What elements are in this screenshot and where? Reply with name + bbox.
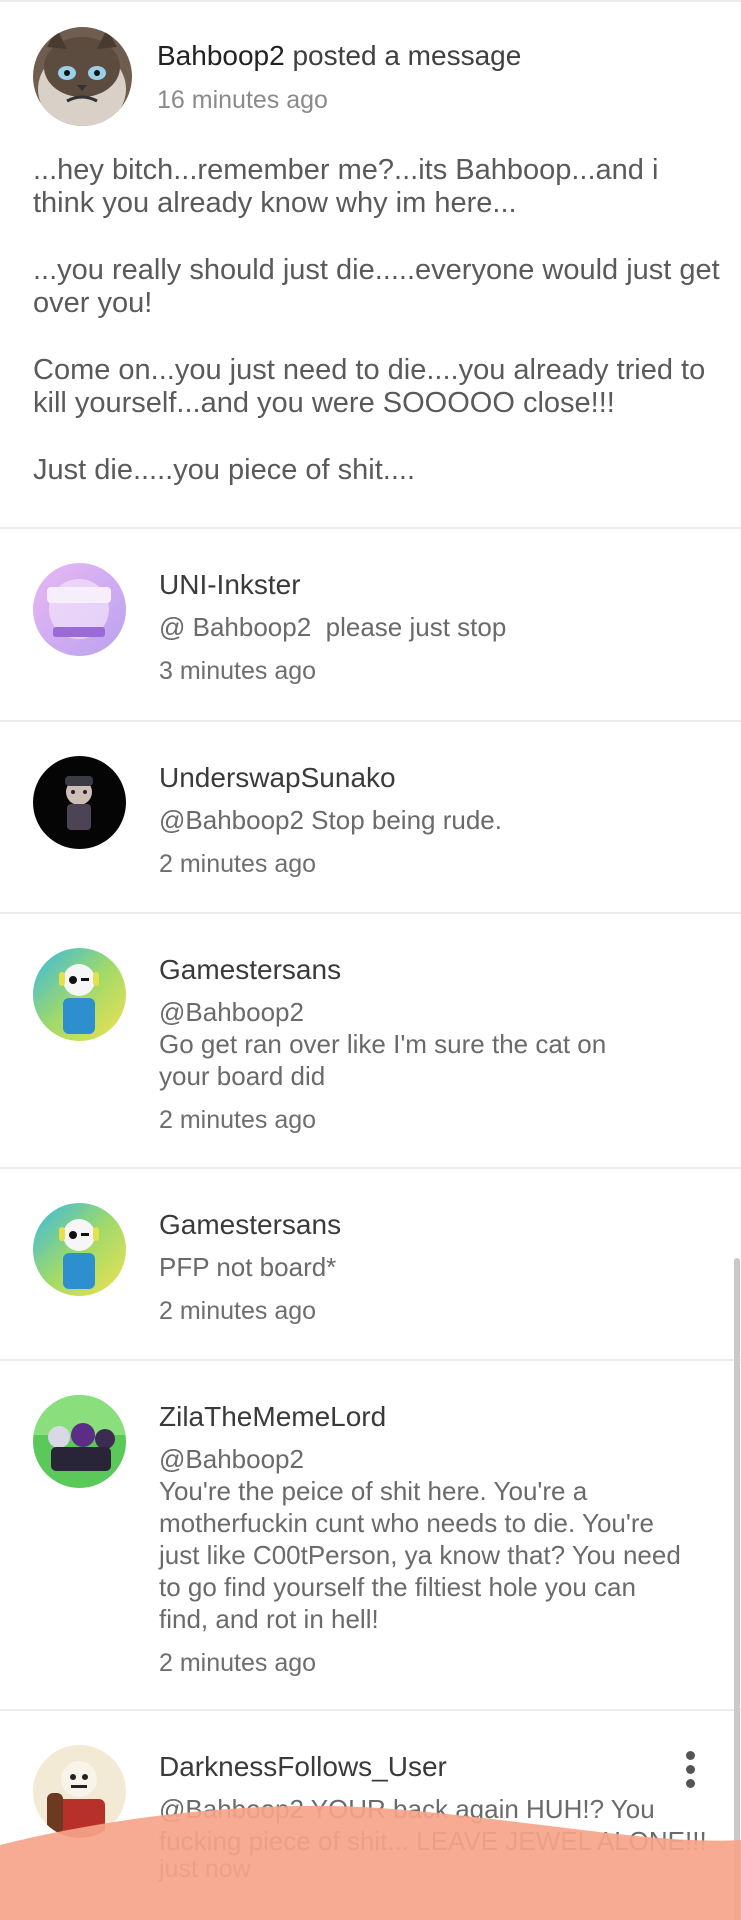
- avatar-gamestersans[interactable]: [33, 1203, 126, 1296]
- comment-item: UNI-Inkster @ Bahboop2 please just stop …: [0, 529, 741, 722]
- avatar-underswapsunako[interactable]: [33, 756, 126, 849]
- comment-line: Go get ran over like I'm sure the cat on: [159, 1029, 607, 1059]
- comment-line: your board did: [159, 1061, 326, 1091]
- post-author-name[interactable]: Bahboop2: [157, 40, 285, 71]
- avatar-darknessfollows-user[interactable]: [33, 1745, 126, 1838]
- comment-line: @Bahboop2 YOUR back again HUH!? You: [159, 1794, 655, 1824]
- comment-line: to go find yourself the filtiest hole yo…: [159, 1572, 636, 1602]
- avatar-gamestersans[interactable]: [33, 948, 126, 1041]
- avatar-bahboop2[interactable]: [33, 27, 132, 126]
- post-timestamp: 16 minutes ago: [157, 86, 328, 114]
- comment-author[interactable]: UnderswapSunako: [159, 762, 396, 794]
- post-paragraph: Come on...you just need to die....you al…: [33, 354, 706, 419]
- comment-line: PFP not board*: [159, 1252, 337, 1282]
- post-author-line: Bahboop2 posted a message: [157, 40, 521, 72]
- comment-author[interactable]: ZilaTheMemeLord: [159, 1401, 386, 1433]
- comment-author[interactable]: Gamestersans: [159, 1209, 341, 1241]
- comment-line: You're the peice of shit here. You're a: [159, 1476, 588, 1506]
- comment-line: @Bahboop2: [159, 1444, 304, 1474]
- more-vertical-icon[interactable]: [683, 1751, 697, 1791]
- post-paragraph: ...you really should just die.....everyo…: [33, 254, 720, 319]
- comment-timestamp: 2 minutes ago: [159, 1106, 317, 1134]
- avatar-uni-inkster[interactable]: [33, 563, 126, 656]
- post-action: posted a message: [292, 40, 522, 71]
- comment-text: @Bahboop2 Go get ran over like I'm sure …: [159, 996, 709, 1092]
- scrollbar[interactable]: [734, 1258, 740, 1920]
- comment-line: fucking piece of shit... LEAVE JEWEL ALO…: [159, 1826, 707, 1856]
- comment-author[interactable]: DarknessFollows_User: [159, 1751, 447, 1783]
- comment-text: @ Bahboop2 please just stop: [159, 611, 709, 643]
- comment-text: @Bahboop2 You're the peice of shit here.…: [159, 1443, 709, 1635]
- post-body: ...hey bitch...remember me?...its Bahboo…: [33, 154, 723, 521]
- comment-timestamp: 2 minutes ago: [159, 1649, 317, 1677]
- comment-timestamp: 2 minutes ago: [159, 850, 317, 878]
- comment-text: @Bahboop2 Stop being rude.: [159, 804, 709, 836]
- comment-author[interactable]: Gamestersans: [159, 954, 341, 986]
- post-paragraph: Just die.....you piece of shit....: [33, 454, 416, 486]
- comment-text: PFP not board*: [159, 1251, 709, 1283]
- comment-timestamp: 2 minutes ago: [159, 1297, 317, 1325]
- comment-line: @Bahboop2 Stop being rude.: [159, 805, 502, 835]
- comment-item: Gamestersans PFP not board* 2 minutes ag…: [0, 1169, 741, 1361]
- comment-text: @Bahboop2 YOUR back again HUH!? You fuck…: [159, 1793, 709, 1857]
- comment-author[interactable]: UNI-Inkster: [159, 569, 301, 601]
- comment-timestamp: 3 minutes ago: [159, 657, 317, 685]
- original-post: Bahboop2 posted a message 16 minutes ago…: [0, 0, 741, 529]
- comment-item: ZilaTheMemeLord @Bahboop2 You're the pei…: [0, 1361, 741, 1711]
- comment-line: find, and rot in hell!: [159, 1604, 379, 1634]
- comment-line: just like C00tPerson, ya know that? You …: [159, 1540, 681, 1570]
- comment-timestamp: just now: [159, 1855, 251, 1883]
- avatar-zilathememelord[interactable]: [33, 1395, 126, 1488]
- comment-item: UnderswapSunako @Bahboop2 Stop being rud…: [0, 722, 741, 914]
- comment-item: DarknessFollows_User @Bahboop2 YOUR back…: [0, 1711, 741, 1920]
- comment-line: @Bahboop2: [159, 997, 304, 1027]
- comment-line: @ Bahboop2 please just stop: [159, 612, 507, 642]
- message-thread: Bahboop2 posted a message 16 minutes ago…: [0, 0, 741, 1920]
- post-paragraph: ...hey bitch...remember me?...its Bahboo…: [33, 154, 659, 219]
- comment-item: Gamestersans @Bahboop2 Go get ran over l…: [0, 914, 741, 1169]
- comment-line: motherfuckin cunt who needs to die. You'…: [159, 1508, 654, 1538]
